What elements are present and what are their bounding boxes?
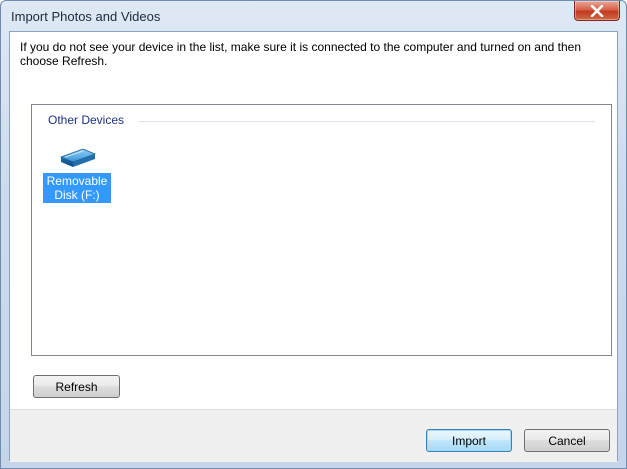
device-list[interactable]: Other Devices Removable Disk (F:) (31, 104, 612, 356)
refresh-button[interactable]: Refresh (33, 375, 120, 398)
group-divider (139, 121, 595, 122)
dialog-content: If you do not see your device in the lis… (9, 31, 618, 462)
dialog-window: Import Photos and Videos If you do not s… (0, 0, 627, 469)
removable-disk-icon (59, 148, 97, 167)
group-label: Other Devices (48, 113, 125, 127)
import-button[interactable]: Import (426, 429, 512, 452)
close-button[interactable] (574, 1, 620, 21)
title-bar[interactable]: Import Photos and Videos (1, 1, 626, 31)
window-title: Import Photos and Videos (11, 9, 161, 24)
device-item-removable-disk[interactable]: Removable Disk (F:) (42, 145, 112, 203)
group-header: Other Devices (48, 113, 124, 127)
button-bar: Import Cancel (10, 409, 617, 462)
instructions-text: If you do not see your device in the lis… (20, 40, 582, 68)
close-icon (590, 4, 604, 17)
device-label: Removable Disk (F:) (43, 173, 111, 203)
cancel-button[interactable]: Cancel (524, 429, 610, 452)
